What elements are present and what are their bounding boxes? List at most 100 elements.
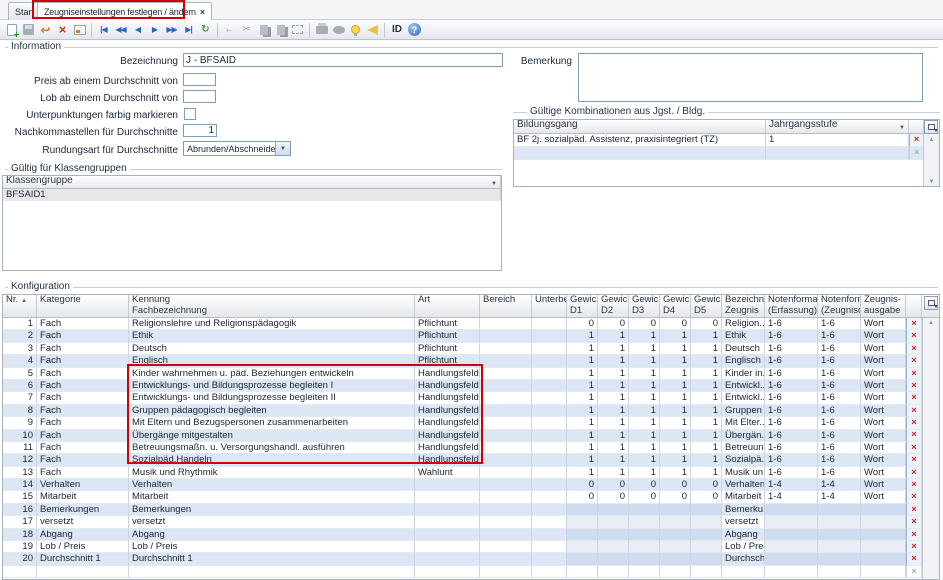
delete-row-icon[interactable]: × bbox=[906, 392, 922, 404]
cell-nr[interactable]: 10 bbox=[3, 430, 37, 442]
cell-notenformat-zeugnisdruck[interactable]: 1-4 bbox=[818, 479, 861, 491]
cell-bereich[interactable] bbox=[480, 430, 532, 442]
cell-notenformat-erfassung[interactable]: 1-4 bbox=[765, 479, 818, 491]
cell-gewicht-d5[interactable]: 1 bbox=[691, 355, 722, 367]
cell-notenformat-zeugnisdruck[interactable]: 1-6 bbox=[818, 318, 861, 330]
cell-kennung[interactable]: Religionslehre und Religionspädagogik bbox=[129, 318, 415, 330]
cell-kategorie[interactable]: Fach bbox=[37, 368, 129, 380]
cell-art[interactable]: Handlungsfeld bbox=[415, 380, 480, 392]
cell-gewicht-d1[interactable]: 0 bbox=[567, 491, 598, 503]
cell-art[interactable] bbox=[415, 529, 480, 541]
cell-gewicht-d1[interactable]: 1 bbox=[567, 454, 598, 466]
cell-gewicht-d3[interactable]: 1 bbox=[629, 467, 660, 479]
cell-kategorie[interactable]: versetzt bbox=[37, 516, 129, 528]
cell-notenformat-erfassung[interactable]: 1-6 bbox=[765, 330, 818, 342]
cell-gewicht-d3[interactable] bbox=[629, 504, 660, 516]
cell-gewicht-d2[interactable]: 1 bbox=[598, 343, 629, 355]
cell-art[interactable]: Handlungsfeld bbox=[415, 392, 480, 404]
cell-bereich[interactable] bbox=[480, 516, 532, 528]
cell-bereich[interactable] bbox=[480, 392, 532, 404]
cell-kategorie[interactable]: Fach bbox=[37, 392, 129, 404]
refresh-button[interactable]: ↻ bbox=[197, 22, 214, 38]
cell-gewicht-d3[interactable]: 1 bbox=[629, 405, 660, 417]
delete-row-icon[interactable]: × bbox=[909, 134, 924, 147]
table-row[interactable]: 14 Verhalten Verhalten 0 0 0 0 0 Verhalt… bbox=[3, 479, 939, 491]
cell-kategorie[interactable]: Fach bbox=[37, 454, 129, 466]
cell-gewicht-d4[interactable]: 1 bbox=[660, 343, 691, 355]
cell-gewicht-d1[interactable]: 1 bbox=[567, 380, 598, 392]
cell-gewicht-d3[interactable]: 1 bbox=[629, 368, 660, 380]
cell-nr[interactable]: 11 bbox=[3, 442, 37, 454]
cell-notenformat-zeugnisdruck[interactable]: 1-6 bbox=[818, 355, 861, 367]
cell-bereich[interactable] bbox=[480, 442, 532, 454]
rundungsart-dropdown-button[interactable]: ▼ bbox=[275, 142, 290, 155]
cell-bereich[interactable] bbox=[480, 343, 532, 355]
cell-zeugnisausgabe[interactable]: Wort bbox=[861, 479, 906, 491]
cell-gewicht-d2[interactable] bbox=[598, 504, 629, 516]
cell-art[interactable] bbox=[415, 553, 480, 565]
column-picker-button[interactable] bbox=[924, 120, 938, 134]
cell-notenformat-zeugnisdruck[interactable] bbox=[818, 529, 861, 541]
cell-notenformat-erfassung[interactable] bbox=[765, 566, 818, 578]
delete-row-icon[interactable]: × bbox=[906, 467, 922, 479]
cell-kennung[interactable]: Lob / Preis bbox=[129, 541, 415, 553]
cell-nr[interactable]: 12 bbox=[3, 454, 37, 466]
delete-row-icon[interactable]: × bbox=[906, 430, 922, 442]
cell-gewicht-d4[interactable]: 1 bbox=[660, 467, 691, 479]
column-header-zeugnisausgabe[interactable]: Zeugnis- ausgabe bbox=[861, 295, 906, 317]
cell-gewicht-d5[interactable]: 1 bbox=[691, 442, 722, 454]
cell-nr[interactable]: 3 bbox=[3, 343, 37, 355]
table-row[interactable]: 12 Fach Sozialpäd.Handeln Handlungsfeld … bbox=[3, 454, 939, 466]
column-header-gewicht-d5[interactable]: Gewicht D5 bbox=[691, 295, 722, 317]
cell-gewicht-d3[interactable]: 1 bbox=[629, 330, 660, 342]
cell-bereich[interactable] bbox=[480, 553, 532, 565]
column-header-art[interactable]: Art bbox=[415, 295, 480, 317]
cell-gewicht-d2[interactable]: 1 bbox=[598, 392, 629, 404]
column-header-bezeichnung-zeugnis[interactable]: Bezeichnung Zeugnis bbox=[722, 295, 765, 317]
delete-row-icon[interactable]: × bbox=[906, 405, 922, 417]
cell-kennung[interactable] bbox=[129, 566, 415, 578]
cell-gewicht-d5[interactable]: 1 bbox=[691, 405, 722, 417]
export-button[interactable] bbox=[330, 22, 347, 38]
cell-unterbereich[interactable] bbox=[532, 330, 567, 342]
cell-gewicht-d4[interactable]: 0 bbox=[660, 491, 691, 503]
cell-gewicht-d5[interactable] bbox=[691, 529, 722, 541]
cell-kennung[interactable]: versetzt bbox=[129, 516, 415, 528]
cell-bereich[interactable] bbox=[480, 405, 532, 417]
cell-bereich[interactable] bbox=[480, 355, 532, 367]
cell-bereich[interactable] bbox=[480, 368, 532, 380]
cell-bereich[interactable] bbox=[480, 491, 532, 503]
cell-bezeichnung-zeugnis[interactable]: Mit Elter... bbox=[722, 417, 765, 429]
cell-gewicht-d5[interactable]: 1 bbox=[691, 380, 722, 392]
cell-gewicht-d4[interactable]: 1 bbox=[660, 417, 691, 429]
table-row[interactable]: 3 Fach Deutsch Pflichtunt 1 1 1 1 1 Deut… bbox=[3, 343, 939, 355]
column-header-gewicht-d2[interactable]: Gewicht D2 bbox=[598, 295, 629, 317]
cell-gewicht-d4[interactable]: 0 bbox=[660, 318, 691, 330]
cell-nr[interactable]: 8 bbox=[3, 405, 37, 417]
column-picker-button[interactable] bbox=[924, 296, 938, 310]
cell-nr[interactable] bbox=[3, 566, 37, 578]
tab-zeugniseinstellungen[interactable]: Zeugniseinstellungen festlegen / ändern … bbox=[37, 2, 212, 20]
cell-notenformat-erfassung[interactable]: 1-6 bbox=[765, 355, 818, 367]
cell-notenformat-erfassung[interactable]: 1-6 bbox=[765, 343, 818, 355]
table-row[interactable]: 4 Fach Englisch Pflichtunt 1 1 1 1 1 Eng… bbox=[3, 355, 939, 367]
lob-input[interactable] bbox=[183, 90, 216, 103]
cell-notenformat-erfassung[interactable]: 1-6 bbox=[765, 368, 818, 380]
cell-unterbereich[interactable] bbox=[532, 504, 567, 516]
cell-bezeichnung-zeugnis[interactable]: Deutsch bbox=[722, 343, 765, 355]
delete-row-icon[interactable]: × bbox=[906, 343, 922, 355]
cell-unterbereich[interactable] bbox=[532, 355, 567, 367]
cell-kategorie[interactable]: Fach bbox=[37, 330, 129, 342]
kombinationen-scrollbar[interactable]: ▲ ▼ bbox=[923, 135, 939, 187]
cell-gewicht-d1[interactable] bbox=[567, 541, 598, 553]
copy-button[interactable] bbox=[255, 22, 272, 38]
cell-bereich[interactable] bbox=[480, 417, 532, 429]
cell-gewicht-d2[interactable]: 0 bbox=[598, 318, 629, 330]
nav-last-button[interactable]: ▶| bbox=[180, 22, 197, 38]
cell-notenformat-erfassung[interactable]: 1-4 bbox=[765, 491, 818, 503]
column-header-gewicht-d3[interactable]: Gewicht D3 bbox=[629, 295, 660, 317]
cell-gewicht-d4[interactable] bbox=[660, 553, 691, 565]
cell-notenformat-zeugnisdruck[interactable]: 1-6 bbox=[818, 430, 861, 442]
cell-kategorie[interactable]: Fach bbox=[37, 442, 129, 454]
column-header-klassengruppe[interactable]: Klassengruppe▼ bbox=[3, 176, 501, 188]
